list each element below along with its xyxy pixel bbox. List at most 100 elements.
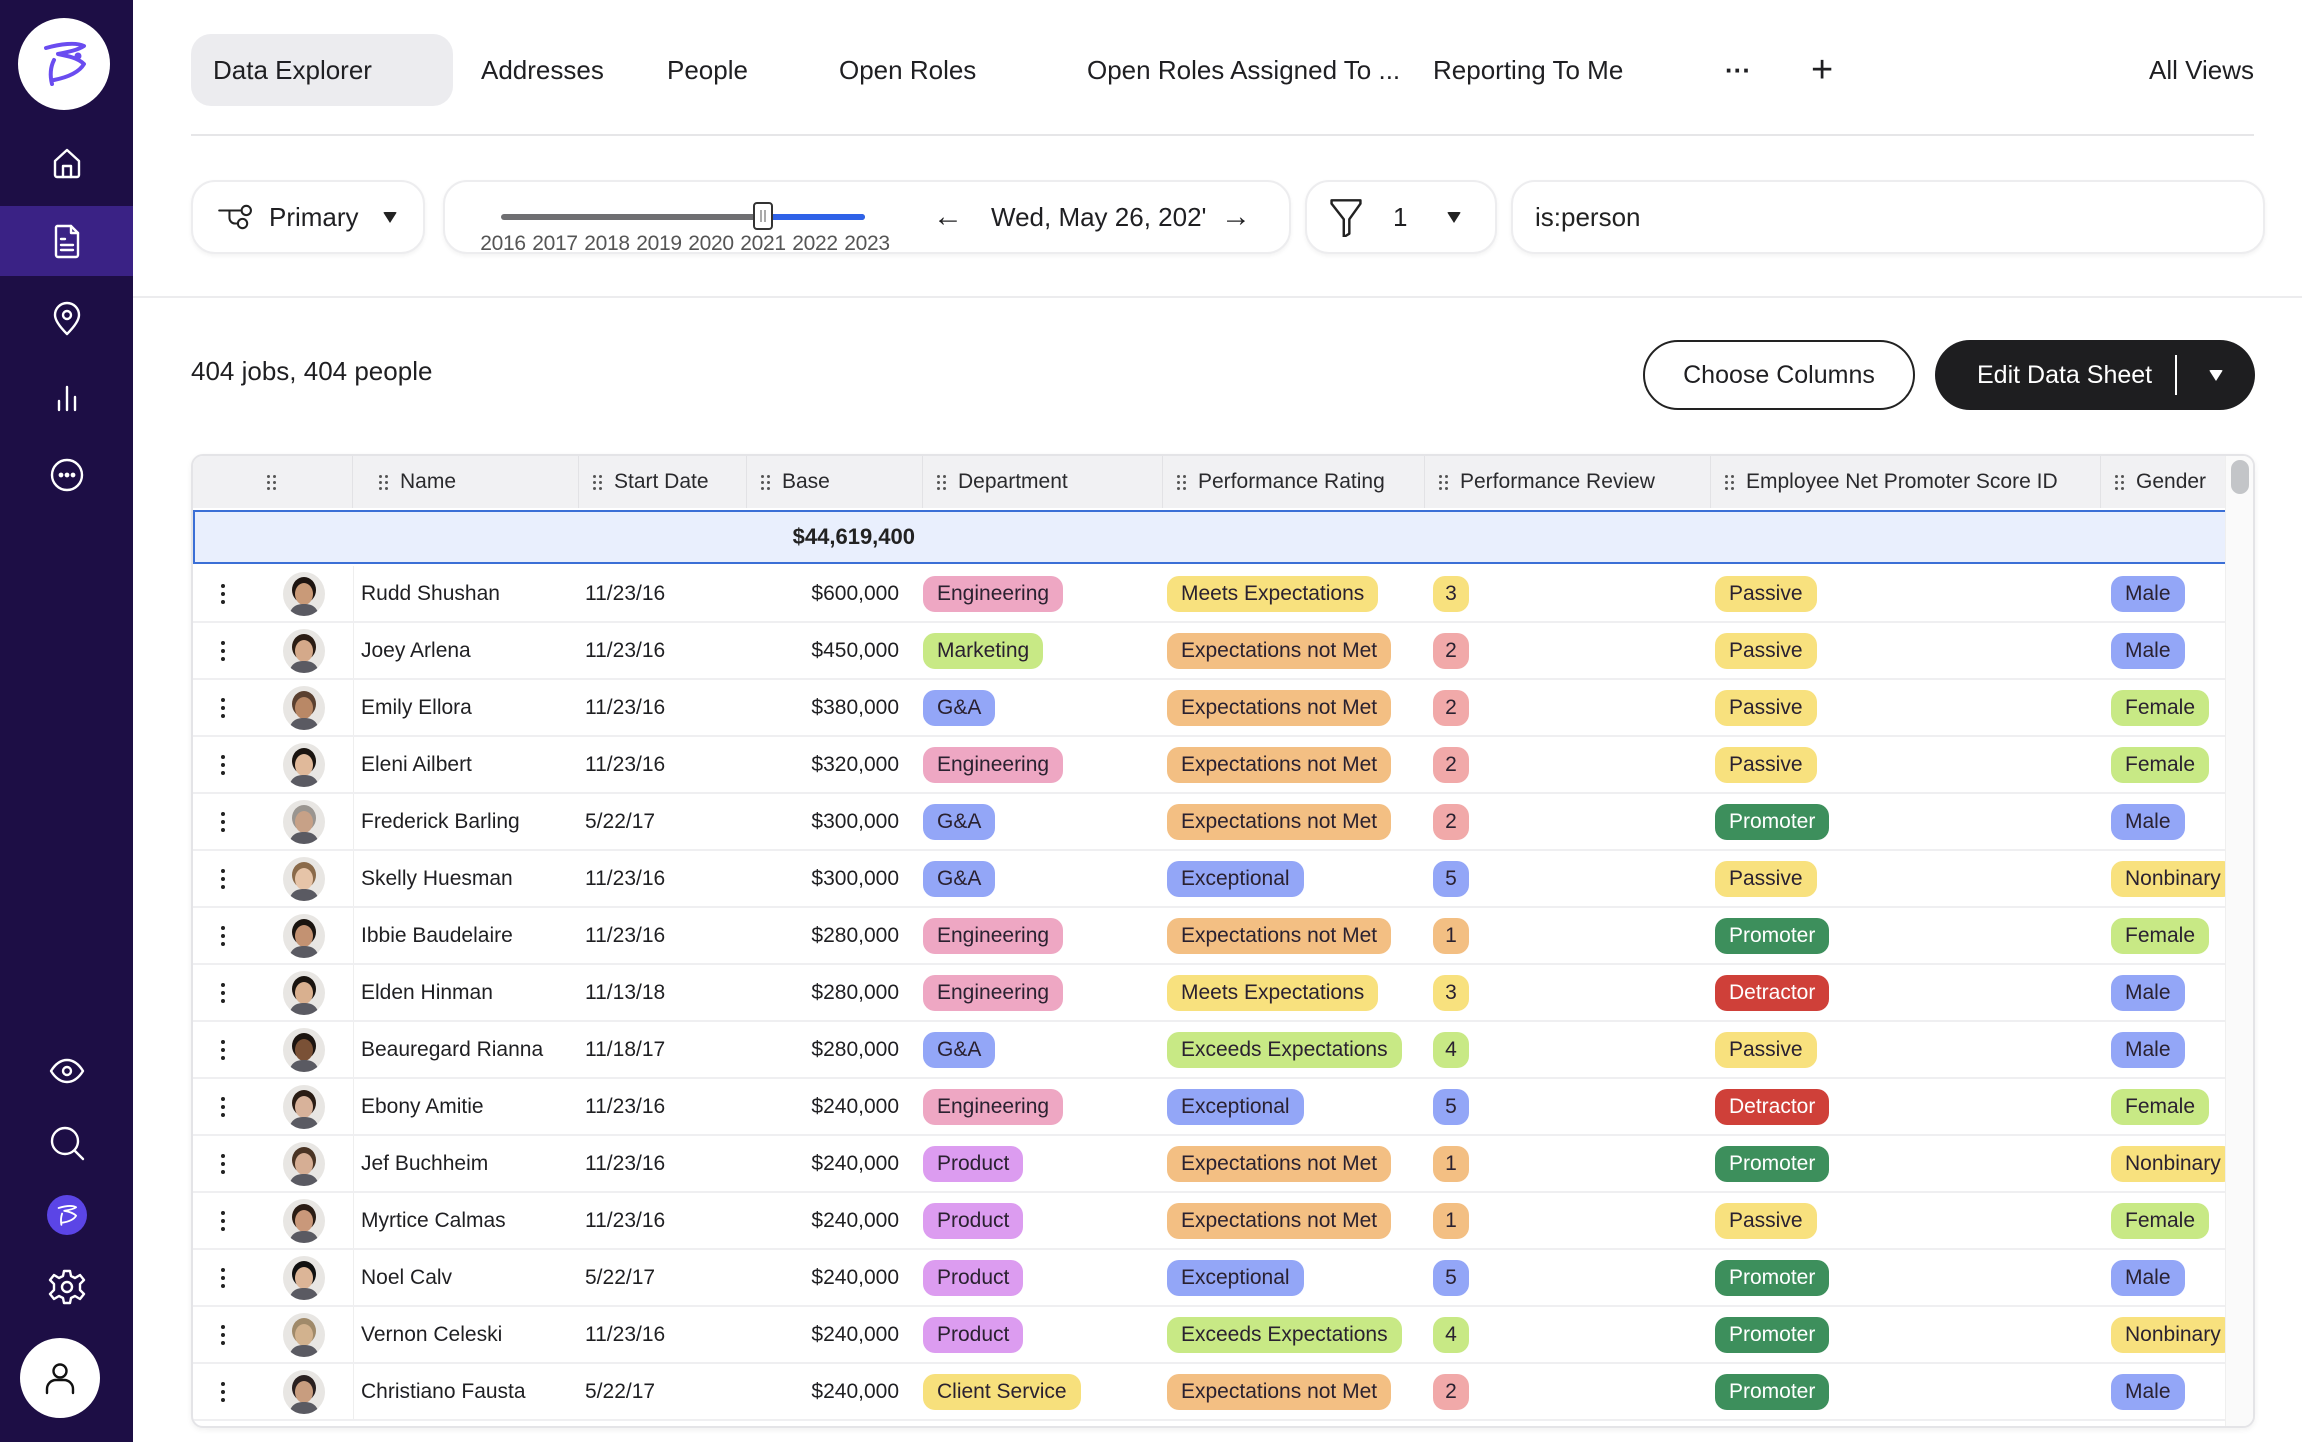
name-text[interactable]: Frederick Barling: [361, 810, 520, 834]
table-row[interactable]: Rudd Shushan 11/23/16 $600,000 Engineering M…: [193, 566, 2227, 623]
header-col-base[interactable]: Base: [747, 456, 923, 508]
header-col-name[interactable]: Name: [353, 456, 579, 508]
name-text[interactable]: Skelly Huesman: [361, 867, 513, 891]
name-text[interactable]: Rudd Shushan: [361, 582, 500, 606]
row-menu-icon[interactable]: [221, 1096, 225, 1117]
table-row[interactable]: Jef Buchheim 11/23/16 $240,000 Product Expec…: [193, 1136, 2235, 1193]
user-avatar[interactable]: [20, 1338, 100, 1418]
sidebar-item-analytics[interactable]: [0, 362, 133, 432]
slider-handle[interactable]: [753, 202, 774, 230]
previous-date-arrow-icon[interactable]: ←: [933, 200, 963, 234]
table-row[interactable]: Frederick Barling 5/22/17 $300,000 G&A Expec…: [193, 794, 2227, 851]
row-menu-icon[interactable]: [221, 868, 225, 889]
drag-handle-icon[interactable]: [2115, 474, 2124, 490]
sidebar-item-search[interactable]: [0, 1108, 133, 1178]
search-field[interactable]: [1511, 180, 2265, 254]
filter-button[interactable]: 1: [1305, 180, 1497, 254]
timeline-year[interactable]: 2016: [477, 232, 529, 256]
tab-open-roles[interactable]: Open Roles: [839, 34, 1087, 106]
timeline-slider[interactable]: 2016 2017 2018 2019 2020 2021 2022 2023: [445, 196, 890, 256]
row-menu-icon[interactable]: [221, 640, 225, 661]
add-view-button[interactable]: +: [1811, 34, 1891, 106]
tab-reporting-to-me[interactable]: Reporting To Me: [1433, 34, 1725, 106]
search-input[interactable]: [1535, 201, 2235, 233]
table-row[interactable]: Beauregard Rianna 11/18/17 $280,000 G&A Exce…: [193, 1022, 2227, 1079]
drag-handle-icon[interactable]: [937, 474, 946, 490]
row-menu-icon[interactable]: [221, 982, 225, 1003]
row-menu-icon[interactable]: [221, 925, 225, 946]
row-menu-icon[interactable]: [221, 1324, 225, 1345]
table-row[interactable]: Myrtice Calmas 11/23/16 $240,000 Product Exp…: [193, 1193, 2227, 1250]
tab-people[interactable]: People: [667, 34, 839, 106]
rabbit-logo[interactable]: [18, 18, 110, 110]
name-text[interactable]: Emily Ellora: [361, 696, 472, 720]
name-text[interactable]: Beauregard Rianna: [361, 1038, 543, 1062]
name-text[interactable]: Jef Buchheim: [361, 1152, 488, 1176]
timeline-year[interactable]: 2021: [737, 232, 789, 256]
table-row[interactable]: Ibbie Baudelaire 11/23/16 $280,000 Engineer…: [193, 908, 2227, 965]
drag-handle-icon[interactable]: [593, 474, 602, 490]
timeline-year[interactable]: 2022: [789, 232, 841, 256]
table-row[interactable]: Ebony Amitie 11/23/16 $240,000 Engineering E…: [193, 1079, 2227, 1136]
timeline-year[interactable]: 2017: [529, 232, 581, 256]
sidebar-item-view[interactable]: [0, 1036, 133, 1106]
sidebar-item-documents[interactable]: [0, 206, 133, 276]
drag-handle-icon[interactable]: [379, 474, 388, 490]
name-text[interactable]: Elden Hinman: [361, 981, 493, 1005]
header-col-performance-review[interactable]: Performance Review: [1425, 456, 1711, 508]
name-text[interactable]: Vernon Celeski: [361, 1323, 502, 1347]
all-views-button[interactable]: All Views: [2149, 34, 2254, 106]
header-col-gender[interactable]: Gender: [2101, 456, 2227, 508]
header-col-start-date[interactable]: Start Date: [579, 456, 747, 508]
name-text[interactable]: Christiano Fausta: [361, 1380, 526, 1404]
name-text[interactable]: Myrtice Calmas: [361, 1209, 506, 1233]
table-row[interactable]: Joey Arlena 11/23/16 $450,000 Marketing Expe…: [193, 623, 2227, 680]
timeline-year[interactable]: 2020: [685, 232, 737, 256]
header-col-enps[interactable]: Employee Net Promoter Score ID: [1711, 456, 2101, 508]
table-row[interactable]: Emily Ellora 11/23/16 $380,000 G&A Expectati…: [193, 680, 2227, 737]
row-menu-icon[interactable]: [221, 583, 225, 604]
row-menu-icon[interactable]: [221, 1153, 225, 1174]
table-row[interactable]: Noel Calv 5/22/17 $240,000 Product Exception…: [193, 1250, 2227, 1307]
table-row[interactable]: Skelly Huesman 11/23/16 $300,000 G&A Excepti…: [193, 851, 2235, 908]
sidebar-item-app[interactable]: [0, 1180, 133, 1250]
choose-columns-button[interactable]: Choose Columns: [1643, 340, 1915, 410]
header-col-performance-rating[interactable]: Performance Rating: [1163, 456, 1425, 508]
timeline-year[interactable]: 2023: [841, 232, 893, 256]
name-text[interactable]: Noel Calv: [361, 1266, 452, 1290]
vertical-scrollbar[interactable]: [2231, 460, 2249, 494]
row-menu-icon[interactable]: [221, 1039, 225, 1060]
header-col-department[interactable]: Department: [923, 456, 1163, 508]
sidebar-item-locations[interactable]: [0, 284, 133, 354]
tab-addresses[interactable]: Addresses: [481, 34, 667, 106]
row-menu-icon[interactable]: [221, 811, 225, 832]
sidebar-item-more[interactable]: [0, 440, 133, 510]
edit-data-sheet-dropdown[interactable]: [2177, 369, 2255, 381]
scenario-selector[interactable]: Primary: [191, 180, 425, 254]
table-row[interactable]: Christiano Fausta 5/22/17 $240,000 Client S…: [193, 1364, 2227, 1421]
name-text[interactable]: Eleni Ailbert: [361, 753, 472, 777]
header-col-actions[interactable]: [193, 456, 353, 508]
row-menu-icon[interactable]: [221, 1210, 225, 1231]
tab-open-roles-assigned[interactable]: Open Roles Assigned To ...: [1087, 34, 1433, 106]
more-tabs-button[interactable]: ···: [1725, 34, 1811, 106]
drag-handle-icon[interactable]: [761, 474, 770, 490]
table-row[interactable]: Elden Hinman 11/13/18 $280,000 Engineering M…: [193, 965, 2227, 1022]
name-text[interactable]: Ebony Amitie: [361, 1095, 484, 1119]
name-text[interactable]: Ibbie Baudelaire: [361, 924, 513, 948]
next-date-arrow-icon[interactable]: →: [1221, 200, 1251, 234]
row-menu-icon[interactable]: [221, 1267, 225, 1288]
timeline-year[interactable]: 2018: [581, 232, 633, 256]
drag-handle-icon[interactable]: [1725, 474, 1734, 490]
edit-data-sheet-button[interactable]: Edit Data Sheet: [1935, 340, 2255, 410]
row-menu-icon[interactable]: [221, 754, 225, 775]
tab-data-explorer[interactable]: Data Explorer: [191, 34, 453, 106]
drag-handle-icon[interactable]: [1177, 474, 1186, 490]
sidebar-item-settings[interactable]: [0, 1252, 133, 1322]
drag-handle-icon[interactable]: [267, 474, 276, 490]
timeline-year[interactable]: 2019: [633, 232, 685, 256]
drag-handle-icon[interactable]: [1439, 474, 1448, 490]
row-menu-icon[interactable]: [221, 697, 225, 718]
name-text[interactable]: Joey Arlena: [361, 639, 471, 663]
table-row[interactable]: Vernon Celeski 11/23/16 $240,000 Product Exc…: [193, 1307, 2235, 1364]
